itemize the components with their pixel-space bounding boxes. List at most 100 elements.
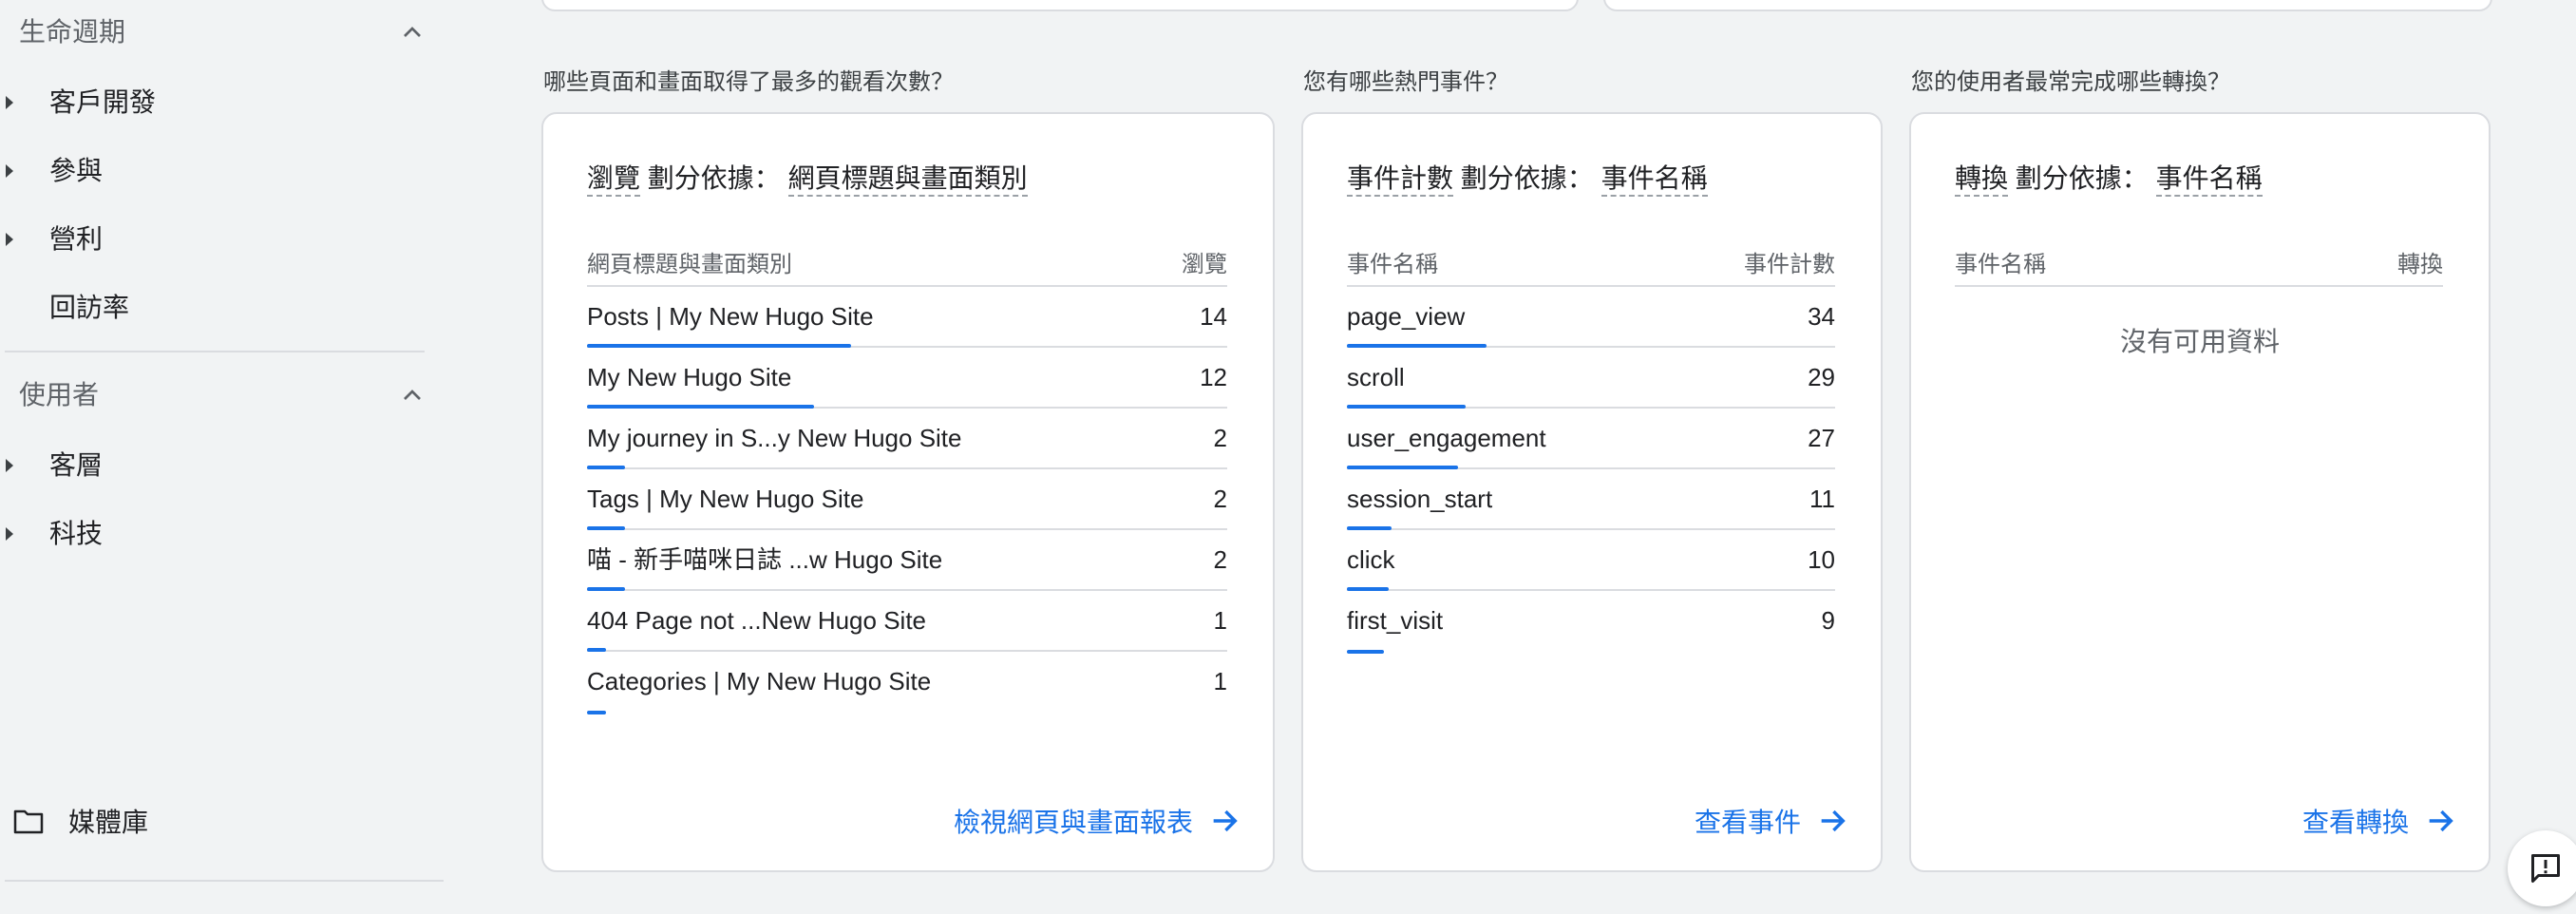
sidebar: 生命週期 客戶開發 參與 營利 回訪率 使用者 客層 科技 媒體庫 xyxy=(0,0,444,914)
row-value: 12 xyxy=(1200,363,1227,391)
title-connector: 劃分依據： xyxy=(1460,163,1594,193)
summary-card-partial xyxy=(541,0,1579,11)
row-value: 34 xyxy=(1808,302,1835,331)
sidebar-item-engagement[interactable]: 參與 xyxy=(0,146,418,196)
question-events: 您有哪些熱門事件？ xyxy=(1303,69,1508,95)
caret-right-icon xyxy=(6,527,13,541)
card-conversions: 轉換 劃分依據： 事件名稱 事件名稱 轉換 沒有可用資料 查看轉換 xyxy=(1909,112,2491,872)
row-label: page_view xyxy=(1347,302,1466,331)
link-label: 檢視網頁與畫面報表 xyxy=(953,808,1193,837)
sidebar-item-acquisition[interactable]: 客戶開發 xyxy=(0,78,418,127)
empty-state-message: 沒有可用資料 xyxy=(2119,327,2280,356)
row-label: first_visit xyxy=(1347,606,1444,635)
sidebar-item-retention[interactable]: 回訪率 xyxy=(0,283,418,333)
view-pages-report-link[interactable]: 檢視網頁與畫面報表 xyxy=(954,800,1241,842)
card-events: 事件計數 劃分依據： 事件名稱 事件名稱 事件計數 page_view 34 scr… xyxy=(1301,112,1883,872)
table-row[interactable]: page_view 34 xyxy=(1347,287,1835,348)
card-title: 轉換 劃分依據： 事件名稱 xyxy=(1955,160,2263,198)
question-pages: 哪些頁面和畫面取得了最多的觀看次數？ xyxy=(543,69,954,95)
column-header-metric: 瀏覽 xyxy=(1182,252,1227,277)
table-row[interactable]: scroll 29 xyxy=(1347,348,1835,409)
row-label: 404 Page not ...New Hugo Site xyxy=(587,606,927,635)
table-row[interactable]: click 10 xyxy=(1347,530,1835,591)
question-conversions: 您的使用者最常完成哪些轉換？ xyxy=(1911,69,2230,95)
title-connector: 劃分依據： xyxy=(647,163,781,193)
row-value: 14 xyxy=(1200,302,1227,331)
row-value: 10 xyxy=(1808,545,1835,574)
row-label: My New Hugo Site xyxy=(587,363,792,391)
row-value: 11 xyxy=(1809,485,1835,513)
section-title-user: 使用者 xyxy=(19,380,100,409)
sidebar-item-demographics[interactable]: 客層 xyxy=(0,441,418,490)
table-row[interactable]: Categories | My New Hugo Site 1 xyxy=(587,652,1227,714)
row-value: 2 xyxy=(1213,485,1227,513)
table-header: 事件名稱 事件計數 xyxy=(1347,249,1835,287)
section-header-lifecycle[interactable]: 生命週期 xyxy=(19,17,427,48)
chevron-up-icon[interactable] xyxy=(397,380,427,410)
title-connector: 劃分依據： xyxy=(2015,163,2149,193)
caret-right-icon xyxy=(6,96,13,109)
view-conversions-link[interactable]: 查看轉換 xyxy=(2302,800,2456,842)
card-pages-views: 瀏覽 劃分依據： 網頁標題與畫面類別 網頁標題與畫面類別 瀏覽 Posts | … xyxy=(541,112,1275,872)
metric-selector[interactable]: 轉換 xyxy=(1955,163,2009,197)
column-header-dimension: 事件名稱 xyxy=(1347,252,1438,277)
row-value-bar xyxy=(587,711,606,714)
row-label: Posts | My New Hugo Site xyxy=(587,302,874,331)
dimension-selector[interactable]: 事件名稱 xyxy=(2155,163,2263,197)
row-value: 9 xyxy=(1821,606,1835,635)
table-row[interactable]: Tags | My New Hugo Site 2 xyxy=(587,469,1227,530)
row-value: 2 xyxy=(1213,545,1227,574)
row-label: Categories | My New Hugo Site xyxy=(587,667,932,695)
section-header-user[interactable]: 使用者 xyxy=(19,380,427,410)
link-label: 查看轉換 xyxy=(2301,808,2409,837)
table-row[interactable]: session_start 11 xyxy=(1347,469,1835,530)
table-row[interactable]: My New Hugo Site 12 xyxy=(587,348,1227,409)
row-value: 29 xyxy=(1808,363,1835,391)
row-value: 1 xyxy=(1213,667,1227,695)
dimension-selector[interactable]: 網頁標題與畫面類別 xyxy=(787,163,1028,197)
chevron-up-icon[interactable] xyxy=(397,17,427,48)
arrow-right-icon xyxy=(1821,809,1846,832)
row-label: Tags | My New Hugo Site xyxy=(587,485,864,513)
sidebar-item-media-library[interactable]: 媒體庫 xyxy=(0,796,285,849)
caret-right-icon xyxy=(6,164,13,178)
link-label: 查看事件 xyxy=(1694,808,1801,837)
card-title: 事件計數 劃分依據： 事件名稱 xyxy=(1347,160,1708,198)
view-events-link[interactable]: 查看事件 xyxy=(1695,800,1848,842)
arrow-right-icon xyxy=(2429,809,2453,832)
row-value: 27 xyxy=(1808,424,1835,452)
sidebar-divider xyxy=(5,880,444,882)
row-label: session_start xyxy=(1347,485,1493,513)
metric-selector[interactable]: 事件計數 xyxy=(1347,163,1454,197)
table-row[interactable]: first_visit 9 xyxy=(1347,591,1835,654)
table-row[interactable]: My journey in S...y New Hugo Site 2 xyxy=(587,409,1227,469)
sidebar-item-tech[interactable]: 科技 xyxy=(0,509,418,559)
sidebar-item-label: 營利 xyxy=(49,224,104,254)
table-row[interactable]: user_engagement 27 xyxy=(1347,409,1835,469)
dimension-selector[interactable]: 事件名稱 xyxy=(1601,163,1708,197)
table-row[interactable]: 喵 - 新手喵咪日誌 ...w Hugo Site 2 xyxy=(587,530,1227,591)
sidebar-item-label: 客層 xyxy=(49,450,104,480)
feedback-button[interactable] xyxy=(2508,830,2576,906)
column-header-metric: 轉換 xyxy=(2397,252,2443,277)
table-row[interactable]: 404 Page not ...New Hugo Site 1 xyxy=(587,591,1227,652)
row-value: 2 xyxy=(1213,424,1227,452)
arrow-right-icon xyxy=(1213,809,1238,832)
section-title-lifecycle: 生命週期 xyxy=(19,17,126,47)
table-header: 網頁標題與畫面類別 瀏覽 xyxy=(587,249,1227,287)
metric-selector[interactable]: 瀏覽 xyxy=(587,163,641,197)
card-title: 瀏覽 劃分依據： 網頁標題與畫面類別 xyxy=(587,160,1028,198)
row-value: 1 xyxy=(1213,606,1227,635)
sidebar-item-label: 參與 xyxy=(49,156,104,185)
row-label: user_engagement xyxy=(1347,424,1546,452)
column-header-dimension: 事件名稱 xyxy=(1955,252,2046,277)
table-row[interactable]: Posts | My New Hugo Site 14 xyxy=(587,287,1227,348)
column-header-dimension: 網頁標題與畫面類別 xyxy=(587,252,792,277)
row-label: scroll xyxy=(1347,363,1405,391)
caret-right-icon xyxy=(6,233,13,246)
folder-icon xyxy=(13,809,44,834)
sidebar-item-monetization[interactable]: 營利 xyxy=(0,215,418,264)
row-label: click xyxy=(1347,545,1395,574)
row-value-bar xyxy=(1347,650,1384,654)
table-header: 事件名稱 轉換 xyxy=(1955,249,2443,287)
